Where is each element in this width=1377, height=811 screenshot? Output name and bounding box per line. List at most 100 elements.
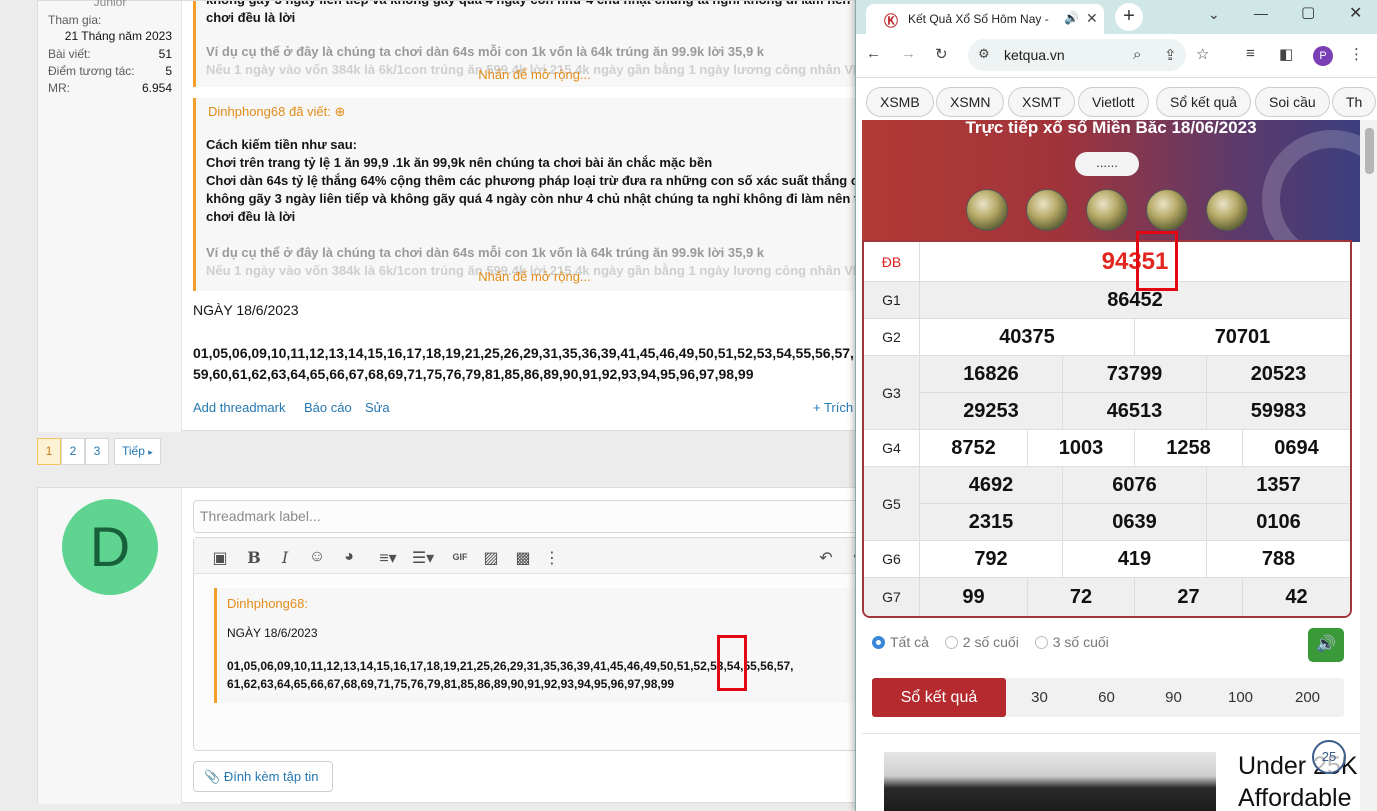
quote-author[interactable]: Dinhphong68 đã viết: ⊕ [208, 104, 345, 120]
row-g6: G6 792 419 788 [864, 541, 1350, 578]
prize-number: 70701 [1214, 326, 1271, 348]
back-icon[interactable]: ← [866, 45, 881, 62]
url-text[interactable]: ketqua.vn [1004, 47, 1065, 63]
row-label: G3 [864, 356, 920, 429]
jump-up-icon[interactable]: ⊕ [335, 104, 346, 119]
media-icon[interactable]: ▩ [513, 548, 533, 568]
maximize-icon[interactable]: ▢ [1301, 3, 1315, 21]
row-label: G1 [864, 282, 920, 318]
editor-quote-date: NGÀY 18/6/2023 [227, 626, 318, 640]
report-link[interactable]: Báo cáo [304, 400, 352, 415]
advertisement[interactable]: Under 25K Affordable 25 [862, 733, 1360, 811]
site-favicon-icon: Ⓚ [884, 13, 898, 29]
bold-icon[interactable]: B [244, 548, 264, 567]
nav-chip-xsmt[interactable]: XSMT [1008, 87, 1075, 117]
count-60-option[interactable]: 60 [1073, 678, 1140, 717]
gif-icon[interactable]: GIF [450, 552, 470, 562]
prize-number: 2315 [920, 504, 1063, 541]
count-200-option[interactable]: 200 [1274, 678, 1341, 717]
attach-file-button[interactable]: 📎 Đính kèm tập tin [193, 761, 333, 792]
user-title: Junior [93, 0, 127, 9]
nav-chip-so-ket-qua[interactable]: Sổ kết quả [1156, 87, 1251, 117]
lottery-ball-image [1146, 189, 1188, 231]
count-30-option[interactable]: 30 [1006, 678, 1073, 717]
nav-chip-vietlott[interactable]: Vietlott [1078, 87, 1149, 117]
new-tab-button[interactable]: + [1115, 3, 1143, 31]
quote-text: chơi đều là lời [206, 209, 296, 224]
edit-link[interactable]: Sửa [365, 400, 390, 415]
toggle-bbcode-icon[interactable]: ▣ [210, 548, 230, 568]
avatar[interactable]: D [62, 499, 158, 595]
reload-icon[interactable]: ↻ [935, 45, 948, 63]
align-icon[interactable]: ≡▾ [374, 548, 402, 568]
rich-text-editor[interactable]: ▣ B I ☺ ◕ ≡▾ ☰▾ GIF ▨ ▩ ⋮ ↶ ↷ Dinhphong6… [193, 537, 858, 751]
omnibox[interactable]: ⚙ ketqua.vn [968, 39, 1186, 71]
editor-quote-numbers: 01,05,06,09,10,11,12,13,14,15,16,17,18,1… [227, 659, 794, 673]
count-90-option[interactable]: 90 [1140, 678, 1207, 717]
highlight-box [1136, 231, 1178, 291]
banner-button[interactable]: ...... [1075, 152, 1139, 176]
row-label: G2 [864, 319, 920, 355]
prize-number: 73799 [1063, 356, 1207, 393]
filter-last2-radio[interactable]: 2 số cuối [944, 634, 1019, 650]
post-numbers-line: 59,60,61,62,63,64,65,66,67,68,69,71,75,7… [193, 366, 754, 382]
browser-tab[interactable]: Ⓚ Kết Quả Xổ Số Hôm Nay - 🔊 ✕ [866, 4, 1104, 34]
search-icon[interactable]: ⌕ [1133, 46, 1141, 63]
tab-search-icon[interactable]: ⌄ [1208, 6, 1220, 23]
editor-quote-numbers: 61,62,63,64,65,66,67,68,69,71,75,76,79,8… [227, 677, 675, 691]
expand-quote-link[interactable]: Nhấn để mở rộng... [196, 269, 858, 284]
minimize-icon[interactable]: — [1254, 5, 1268, 21]
quote-block-1: không gãy 3 ngày liên tiếp và không gãy … [193, 1, 858, 87]
add-threadmark-link[interactable]: Add threadmark [193, 400, 286, 415]
page-3-button[interactable]: 3 [85, 438, 109, 465]
page-scrollbar[interactable] [1360, 120, 1377, 811]
share-icon[interactable]: ⇪ [1164, 46, 1177, 64]
scrollbar-thumb[interactable] [1365, 128, 1374, 174]
prize-number: 4692 [920, 467, 1063, 504]
filter-all-radio[interactable]: Tất cả [872, 634, 929, 650]
browser-window: Ⓚ Kết Quả Xổ Số Hôm Nay - 🔊 ✕ + ⌄ — ▢ ✕ … [855, 0, 1377, 811]
site-info-icon[interactable]: ⚙ [978, 46, 990, 62]
prize-number: 99 [920, 578, 1028, 616]
row-g2: G2 40375 70701 [864, 319, 1350, 356]
row-g7: G7 99 72 27 42 [864, 578, 1350, 616]
nav-chip-xsmn[interactable]: XSMN [936, 87, 1005, 117]
menu-dots-icon[interactable]: ⋮ [1349, 45, 1364, 63]
audio-icon[interactable]: 🔊 [1064, 11, 1079, 25]
prize-number: 0106 [1256, 511, 1301, 533]
filter-last3-radio[interactable]: 3 số cuối [1034, 634, 1109, 650]
editor-quote-block[interactable]: Dinhphong68: NGÀY 18/6/2023 01,05,06,09,… [214, 588, 858, 703]
undo-icon[interactable]: ↶ [816, 548, 836, 568]
close-window-icon[interactable]: ✕ [1349, 3, 1362, 23]
italic-icon[interactable]: I [275, 548, 295, 567]
threadmark-label-input[interactable]: Threadmark label... [193, 500, 858, 533]
so-ket-qua-button[interactable]: Sổ kết quả [872, 678, 1006, 717]
close-tab-icon[interactable]: ✕ [1086, 10, 1098, 27]
expand-quote-link[interactable]: Nhấn để mở rộng... [196, 67, 858, 82]
smiley-icon[interactable]: ☺ [307, 548, 327, 566]
nav-chip-more[interactable]: Th [1332, 87, 1377, 117]
more-options-icon[interactable]: ⋮ [542, 548, 562, 568]
prize-number: 16826 [920, 356, 1063, 393]
list-icon[interactable]: ☰▾ [409, 548, 437, 568]
bookmark-star-icon[interactable]: ☆ [1196, 45, 1209, 63]
quote-faded-text: Ví dụ cụ thể ở đây là chúng ta chơi dàn … [206, 44, 765, 59]
prize-number: 6076 [1063, 467, 1207, 504]
media-control-icon[interactable]: ≡ [1246, 45, 1255, 62]
forward-icon[interactable]: → [901, 45, 916, 62]
count-100-option[interactable]: 100 [1207, 678, 1274, 717]
sound-toggle-button[interactable]: 🔊 [1308, 628, 1344, 662]
next-page-button[interactable]: Tiếp ▸ [114, 438, 161, 465]
prize-number: 419 [1063, 541, 1207, 578]
side-panel-icon[interactable]: ◧ [1279, 45, 1293, 63]
page-1-button[interactable]: 1 [37, 438, 61, 465]
nav-chip-soi-cau[interactable]: Soi cầu [1255, 87, 1330, 117]
car-ad-image[interactable] [884, 752, 1216, 811]
page-2-button[interactable]: 2 [61, 438, 85, 465]
scroll-top-button[interactable]: 25 [1312, 740, 1346, 774]
profile-avatar[interactable]: P [1313, 46, 1333, 66]
image-icon[interactable]: ▨ [481, 548, 501, 568]
quote-link[interactable]: + Trích [813, 400, 853, 415]
palette-icon[interactable]: ◕ [339, 548, 359, 566]
nav-chip-xsmb[interactable]: XSMB [866, 87, 934, 117]
